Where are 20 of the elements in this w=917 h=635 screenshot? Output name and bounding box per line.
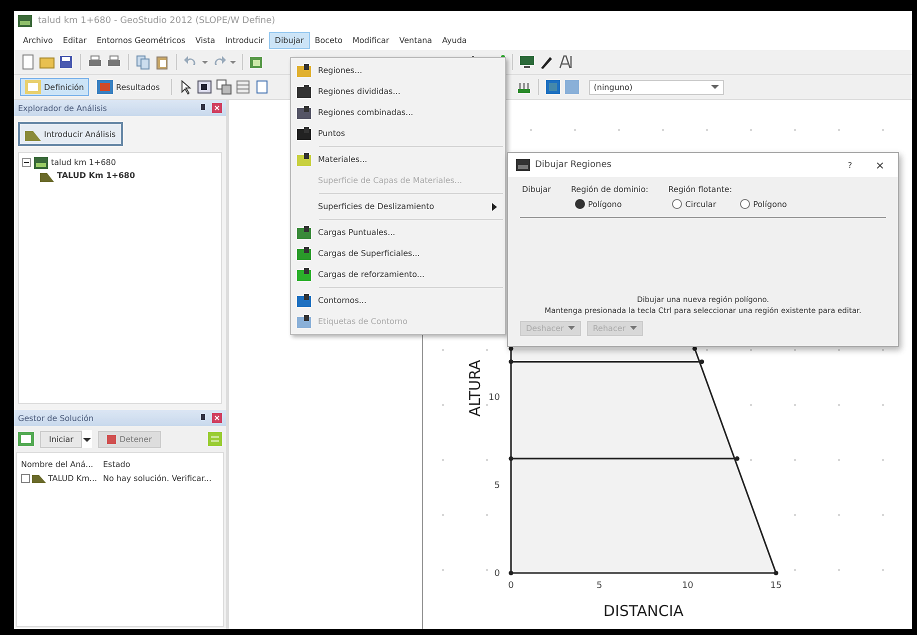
dialog-title: Dibujar Regiones xyxy=(535,160,612,170)
x-tick-label: 0 xyxy=(508,581,514,591)
draw-label: Dibujar xyxy=(522,185,551,196)
x-tick-label: 15 xyxy=(770,581,782,591)
table-cell: TALUD Km... xyxy=(48,474,98,482)
y-tick-label: 5 xyxy=(494,481,500,491)
x-tick-label: 5 xyxy=(596,581,602,591)
y-axis-title: ALTURA xyxy=(466,360,484,417)
panel-title: Gestor de Solución xyxy=(18,414,94,422)
group-label: Región de dominio: xyxy=(570,185,648,194)
x-tick-label: 10 xyxy=(682,581,694,591)
x-axis-title: DISTANCIA xyxy=(603,602,684,620)
table-cell: No hay solución. Verificar... xyxy=(103,474,212,482)
group-label: Región flotante: xyxy=(668,185,734,194)
column-header: Estado xyxy=(103,460,130,468)
panel-title: Explorador de Análisis xyxy=(18,104,107,112)
y-tick-label: 0 xyxy=(494,569,500,579)
y-tick-label: 10 xyxy=(488,393,500,403)
window-title: talud km 1+680 - GeoStudio 2012 (SLOPE/W Define) xyxy=(38,16,276,26)
column-header: Nombre del Aná... xyxy=(21,460,94,468)
